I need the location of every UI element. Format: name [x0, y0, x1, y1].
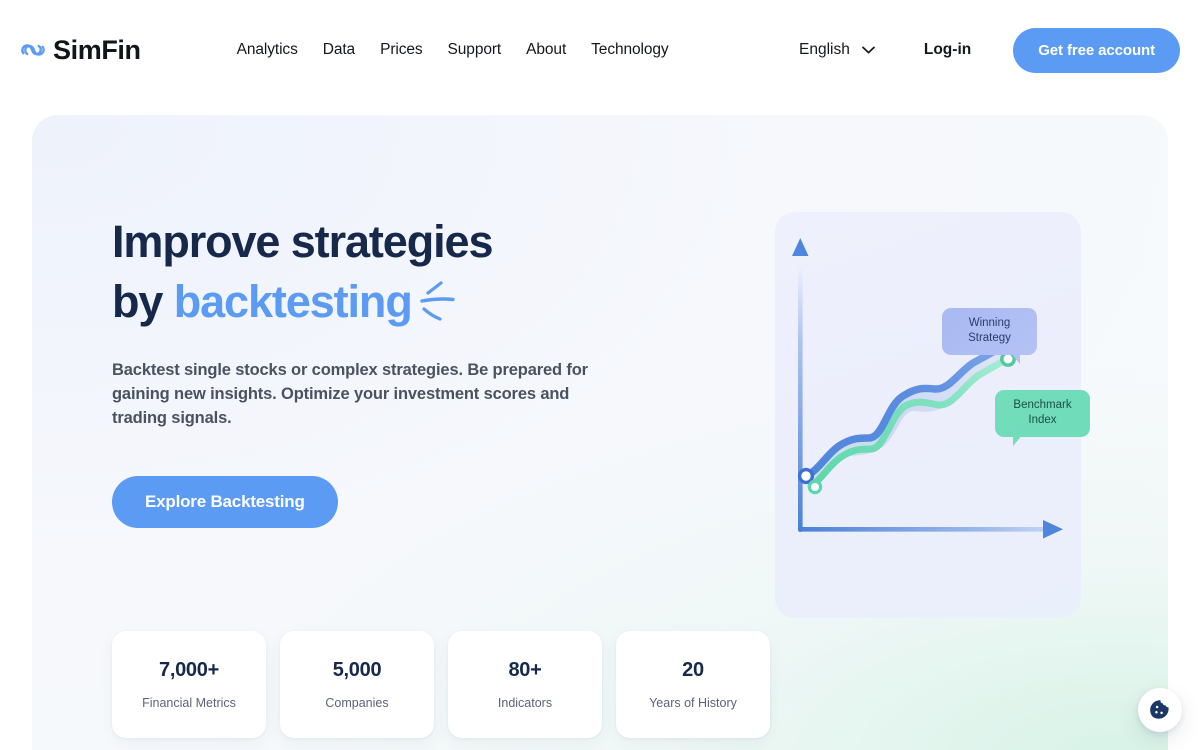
nav-right-group: English Log-in Get free account — [799, 27, 1180, 73]
stat-value: 7,000+ — [159, 659, 219, 681]
hero-section: Improve strategies by backtesting Backte… — [32, 115, 1168, 750]
stat-label: Financial Metrics — [142, 696, 236, 710]
stat-value: 5,000 — [332, 659, 382, 681]
callout-winning-strategy-label: Winning Strategy — [968, 317, 1011, 344]
nav-link-about[interactable]: About — [526, 41, 566, 59]
stat-label: Indicators — [497, 696, 553, 710]
headline-line-1: Improve strategies — [112, 216, 493, 267]
callout-winning-strategy: Winning Strategy — [942, 308, 1037, 364]
stat-label: Years of History — [649, 696, 737, 710]
brand-logo[interactable]: SimFin — [20, 35, 141, 66]
login-link[interactable]: Log-in — [924, 41, 971, 59]
callout-tail — [1009, 351, 1020, 364]
stat-value: 20 — [682, 659, 704, 681]
stat-label: Companies — [325, 696, 389, 710]
cookie-icon — [1150, 700, 1169, 719]
stat-card-indicators: 80+ Indicators — [448, 631, 602, 738]
chevron-down-icon — [862, 46, 875, 54]
brand-name: SimFin — [53, 34, 141, 65]
top-navigation-bar: SimFin Analytics Data Prices Support Abo… — [0, 0, 1200, 100]
stat-card-companies: 5,000 Companies — [280, 631, 434, 738]
nav-link-support[interactable]: Support — [448, 41, 502, 59]
language-selector[interactable]: English — [799, 41, 875, 59]
get-free-account-button[interactable]: Get free account — [1013, 27, 1180, 73]
nav-link-technology[interactable]: Technology — [591, 41, 669, 59]
callout-benchmark-index-label: Benchmark Index — [1013, 399, 1072, 426]
hero-copy: Improve strategies by backtesting Backte… — [112, 212, 672, 528]
stat-value: 80+ — [508, 659, 542, 681]
nav-link-data[interactable]: Data — [323, 41, 355, 59]
headline-line-2-accent: backtesting — [173, 276, 413, 327]
explore-backtesting-button[interactable]: Explore Backtesting — [112, 476, 338, 528]
cookie-settings-button[interactable] — [1138, 688, 1182, 732]
speed-lines-icon — [420, 281, 455, 321]
page-title: Improve strategies by backtesting — [112, 212, 672, 332]
callout-tail — [1013, 433, 1024, 446]
stat-card-years-of-history: 20 Years of History — [616, 631, 770, 738]
nav-link-prices[interactable]: Prices — [380, 41, 423, 59]
page-root: SimFin Analytics Data Prices Support Abo… — [0, 0, 1200, 750]
nav-link-analytics[interactable]: Analytics — [237, 41, 298, 59]
headline-line-2-prefix: by — [112, 276, 163, 327]
hero-subcopy: Backtest single stocks or complex strate… — [112, 361, 588, 427]
backtesting-chart-card: Winning Strategy Benchmark Index — [775, 212, 1090, 618]
callout-benchmark-index: Benchmark Index — [995, 390, 1090, 446]
simfin-wave-icon — [21, 44, 45, 56]
stat-card-financial-metrics: 7,000+ Financial Metrics — [112, 631, 266, 738]
language-selector-label: English — [799, 41, 850, 58]
stats-row: 7,000+ Financial Metrics 5,000 Companies… — [112, 631, 770, 738]
nav-links: Analytics Data Prices Support About Tech… — [237, 41, 669, 59]
